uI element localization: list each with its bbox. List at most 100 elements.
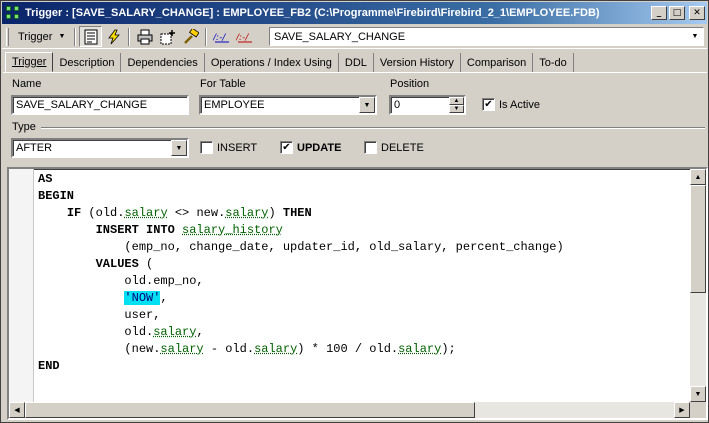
update-label: UPDATE: [297, 141, 342, 154]
spin-down-icon[interactable]: ▼: [449, 105, 464, 113]
tools-button[interactable]: [179, 26, 202, 47]
maximize-button[interactable]: □: [669, 6, 685, 20]
code-line[interactable]: INSERT INTO salary_history: [38, 222, 564, 239]
tools-icon: [183, 28, 199, 44]
delete-checkbox[interactable]: DELETE: [364, 141, 424, 154]
chevron-down-icon: ▼: [58, 33, 66, 40]
trigger-body-editor[interactable]: AS BEGIN IF (old.salary <> new.salary) TH…: [7, 167, 708, 420]
code-line[interactable]: user,: [38, 307, 564, 324]
type-select[interactable]: AFTER: [11, 138, 189, 158]
horizontal-scroll-thumb[interactable]: [25, 402, 475, 418]
code-identifier: salary: [254, 342, 298, 356]
for-table-select[interactable]: EMPLOYEE: [199, 95, 377, 115]
code-area[interactable]: AS BEGIN IF (old.salary <> new.salary) TH…: [38, 171, 564, 375]
scroll-down-icon[interactable]: ▼: [690, 386, 706, 402]
vertical-scroll-thumb[interactable]: [690, 185, 706, 293]
toolbar-grip[interactable]: [6, 27, 9, 46]
minimize-button[interactable]: _: [651, 6, 667, 20]
print-icon: [137, 29, 153, 44]
trigger-menu-button[interactable]: Trigger ▼: [12, 27, 71, 47]
scroll-right-icon[interactable]: ▶: [674, 402, 690, 418]
scroll-left-icon[interactable]: ◀: [9, 402, 25, 418]
type-label: Type: [12, 121, 36, 133]
code-identifier: salary: [225, 206, 269, 220]
code-line[interactable]: AS: [38, 171, 564, 188]
type-value: AFTER: [16, 142, 53, 154]
toolbar-separator: [74, 27, 77, 46]
code-line[interactable]: BEGIN: [38, 188, 564, 205]
code-line[interactable]: (new.salary - old.salary) * 100 / old.sa…: [38, 341, 564, 358]
update-checkbox[interactable]: ✔ UPDATE: [280, 141, 341, 154]
code-text: ): [268, 206, 283, 220]
add-object-button[interactable]: [156, 26, 179, 47]
tab-trigger[interactable]: Trigger: [5, 52, 54, 72]
code-text: );: [441, 342, 456, 356]
chevron-down-icon[interactable]: ▼: [687, 28, 703, 45]
tab-comparison[interactable]: Comparison: [461, 53, 534, 72]
unlink-icon: /:-/: [236, 33, 252, 43]
tab-description[interactable]: Description: [53, 53, 122, 72]
tab-version-history[interactable]: Version History: [374, 53, 461, 72]
code-text: (: [138, 257, 154, 271]
properties-button[interactable]: [79, 26, 103, 47]
tab-ddl[interactable]: DDL: [339, 53, 374, 72]
code-line[interactable]: old.salary,: [38, 324, 564, 341]
type-group-divider: [41, 127, 705, 129]
compile-button[interactable]: [102, 26, 125, 47]
checkbox-box[interactable]: [200, 141, 213, 154]
for-table-value: EMPLOYEE: [204, 99, 265, 111]
code-line[interactable]: END: [38, 358, 564, 375]
properties-icon: [84, 29, 98, 44]
code-text: - old.: [203, 342, 255, 356]
editor-gutter[interactable]: [9, 169, 34, 402]
add-object-icon: [160, 29, 175, 44]
checkbox-box[interactable]: ✔: [482, 98, 495, 111]
code-line[interactable]: (emp_no, change_date, updater_id, old_sa…: [38, 239, 563, 256]
tab-strip: Trigger Description Dependencies Operati…: [5, 52, 574, 72]
tab-operations-index-using[interactable]: Operations / Index Using: [205, 53, 339, 72]
name-label: Name: [12, 78, 42, 90]
code-line[interactable]: 'NOW',: [38, 290, 564, 307]
insert-label: INSERT: [217, 141, 258, 154]
code-text: old.emp_no,: [38, 274, 204, 288]
position-label: Position: [390, 78, 430, 90]
title-bar[interactable]: Trigger : [SAVE_SALARY_CHANGE] : EMPLOYE…: [2, 2, 707, 24]
scroll-up-icon[interactable]: ▲: [690, 169, 706, 185]
tab-label: Operations / Index Using: [210, 56, 332, 69]
tab-label: Dependencies: [127, 56, 198, 69]
is-active-checkbox[interactable]: ✔ Is Active: [482, 98, 540, 111]
unlink-button[interactable]: /:-/: [233, 26, 256, 47]
tab-label: Comparison: [466, 56, 527, 69]
close-button[interactable]: ✕: [689, 6, 705, 20]
position-spinner[interactable]: ▲ ▼: [449, 97, 464, 113]
code-identifier: salary: [124, 206, 168, 220]
name-input[interactable]: SAVE_SALARY_CHANGE: [11, 95, 189, 115]
trigger-editor-window: Trigger : [SAVE_SALARY_CHANGE] : EMPLOYE…: [0, 0, 709, 423]
code-line[interactable]: IF (old.salary <> new.salary) THEN: [38, 205, 564, 222]
tab-to-do[interactable]: To-do: [533, 53, 574, 72]
chevron-down-icon[interactable]: ▼: [171, 140, 187, 156]
horizontal-scrollbar[interactable]: ◀ ▶: [9, 402, 690, 418]
tab-dependencies[interactable]: Dependencies: [121, 53, 205, 72]
code-keyword: AS: [38, 172, 53, 186]
code-line[interactable]: VALUES (: [38, 256, 564, 273]
checkbox-box[interactable]: [364, 141, 377, 154]
toolbar: Trigger ▼ /:-/ /:-/ SAVE_SALARY_CHANGE ▼: [2, 25, 707, 49]
checkbox-box[interactable]: ✔: [280, 141, 293, 154]
object-selector-combo[interactable]: SAVE_SALARY_CHANGE ▼: [269, 27, 704, 46]
delete-label: DELETE: [381, 141, 424, 154]
chevron-down-icon[interactable]: ▼: [359, 97, 375, 113]
link-icon: /:-/: [213, 33, 229, 43]
link-button[interactable]: /:-/: [210, 26, 233, 47]
insert-checkbox[interactable]: INSERT: [200, 141, 257, 154]
toolbar-separator: [205, 27, 208, 46]
code-line[interactable]: old.emp_no,: [38, 273, 564, 290]
print-button[interactable]: [133, 26, 156, 47]
tab-label: DDL: [344, 56, 367, 69]
spin-up-icon[interactable]: ▲: [449, 97, 464, 105]
code-text: user,: [38, 308, 161, 322]
vertical-scrollbar[interactable]: ▲ ▼: [690, 169, 706, 402]
